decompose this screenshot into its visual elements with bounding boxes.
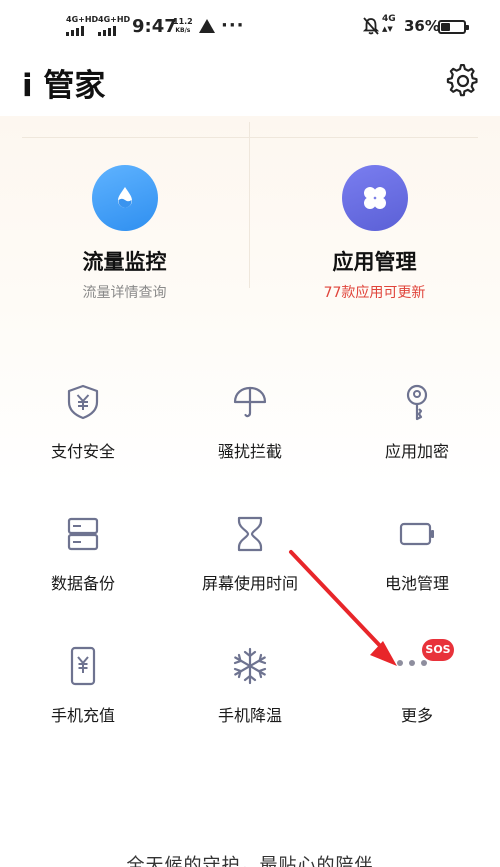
app-lock-label: 应用加密 — [384, 442, 449, 461]
app-lock-item[interactable]: 应用加密 — [334, 382, 500, 492]
sim2-signal-icon: 4G+HD — [98, 16, 130, 36]
phone-cooling-item[interactable]: 手机降温 — [167, 646, 333, 756]
sim1-signal-icon: 4G+HD — [66, 16, 98, 36]
sim1-label: 4G+HD — [66, 15, 99, 24]
phone-yuan-icon — [70, 646, 96, 686]
water-drop-icon — [91, 165, 158, 231]
more-dots-icon — [397, 660, 427, 666]
app-management-card[interactable]: 应用管理 77款应用可更新 — [250, 150, 499, 320]
screen-time-label: 屏幕使用时间 — [201, 574, 298, 593]
gear-icon — [446, 64, 478, 97]
warning-icon — [199, 19, 215, 33]
more-notifications-icon: ··· — [221, 15, 245, 36]
more-label: 更多 — [400, 706, 433, 725]
data-backup-label: 数据备份 — [50, 574, 115, 593]
status-bar: 4G+HD 4G+HD 9:47 11.2 KB/s ··· 4G ▲▼ 36% — [0, 0, 500, 56]
battery-icon — [399, 522, 434, 546]
net-speed: 11.2 KB/s — [173, 17, 193, 35]
divider — [22, 137, 478, 138]
settings-button[interactable] — [446, 64, 480, 98]
phone-cooling-label: 手机降温 — [217, 706, 282, 725]
yuan-shield-icon — [67, 384, 99, 420]
traffic-monitor-subtitle: 流量详情查询 — [82, 285, 167, 301]
network-type: 4G — [382, 14, 396, 24]
harassment-block-item[interactable]: 骚扰拦截 — [167, 382, 333, 492]
payment-security-item[interactable]: 支付安全 — [0, 382, 166, 492]
clock: 9:47 — [132, 16, 177, 37]
battery-management-label: 电池管理 — [384, 574, 449, 593]
storage-icon — [67, 517, 99, 551]
data-backup-item[interactable]: 数据备份 — [0, 514, 166, 624]
footer-slogan: 全天候的守护，最贴心的陪伴 — [126, 855, 374, 867]
network-type-icon: 4G ▲▼ — [382, 14, 396, 33]
app-management-title: 应用管理 — [332, 250, 417, 274]
harassment-block-label: 骚扰拦截 — [217, 442, 282, 461]
battery-percent: 36% — [404, 17, 440, 35]
phone-recharge-label: 手机充值 — [50, 706, 115, 725]
traffic-monitor-title: 流量监控 — [82, 250, 167, 274]
net-speed-value: 11.2 — [173, 17, 193, 26]
umbrella-icon — [233, 386, 267, 418]
app-update-notice: 77款应用可更新 — [323, 285, 426, 301]
traffic-monitor-card[interactable]: 流量监控 流量详情查询 — [0, 150, 249, 320]
hourglass-icon — [237, 516, 263, 552]
sos-badge: SOS — [422, 639, 454, 661]
key-icon — [406, 384, 428, 421]
muted-bell-icon — [362, 17, 380, 39]
sim2-label: 4G+HD — [98, 15, 131, 24]
page-title: i 管家 — [22, 68, 106, 104]
net-speed-unit: KB/s — [175, 27, 191, 34]
phone-recharge-item[interactable]: 手机充值 — [0, 646, 166, 756]
payment-security-label: 支付安全 — [50, 442, 115, 461]
battery-management-item[interactable]: 电池管理 — [334, 514, 500, 624]
screen-time-item[interactable]: 屏幕使用时间 — [167, 514, 333, 624]
snowflake-icon — [233, 647, 267, 685]
app-grid-icon — [341, 165, 408, 231]
battery-icon — [438, 20, 469, 34]
